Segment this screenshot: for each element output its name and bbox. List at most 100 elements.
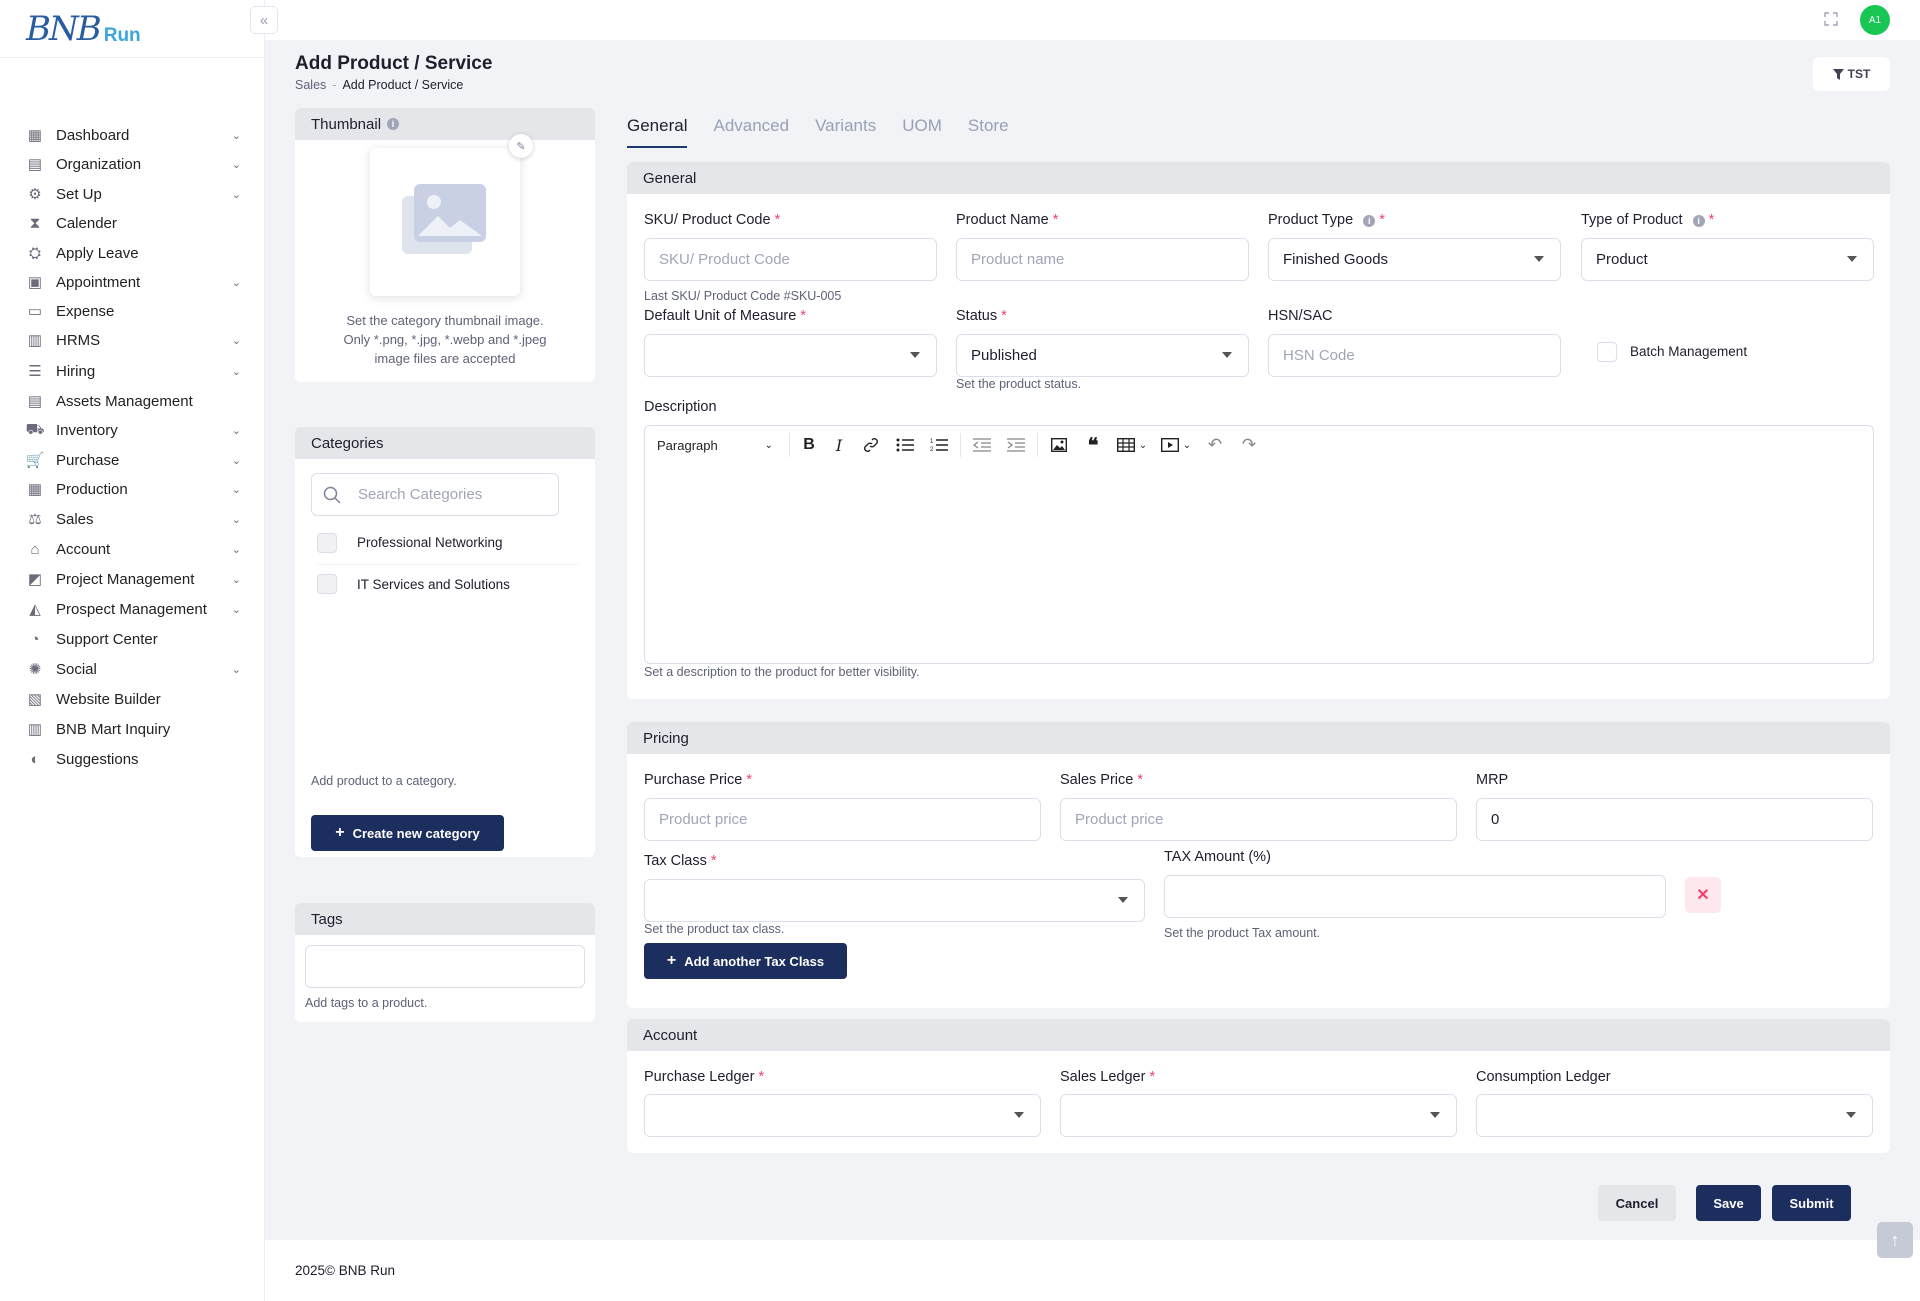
- toggle-icon: ◐: [30, 750, 40, 768]
- indent-icon[interactable]: [999, 433, 1033, 457]
- thumbnail-preview[interactable]: [370, 148, 520, 296]
- pencil-icon: ✎: [516, 140, 526, 153]
- tab-store[interactable]: Store: [968, 116, 1009, 148]
- breadcrumb-item-sales[interactable]: Sales: [295, 78, 326, 92]
- hsn-label: HSN/SAC: [1268, 308, 1333, 324]
- hsn-input[interactable]: HSN Code: [1268, 334, 1561, 377]
- category-search-input[interactable]: Search Categories: [311, 473, 559, 516]
- redo-icon[interactable]: ↷: [1232, 433, 1266, 457]
- sku-hint: Last SKU/ Product Code #SKU-005: [644, 289, 842, 303]
- status-select[interactable]: Published: [956, 334, 1249, 377]
- insert-image-icon[interactable]: [1042, 433, 1076, 457]
- paragraph-format-select[interactable]: Paragraph ⌄: [645, 433, 785, 457]
- info-icon[interactable]: i: [387, 118, 400, 130]
- tags-input[interactable]: [305, 945, 585, 988]
- purchase-ledger-select[interactable]: [644, 1094, 1041, 1137]
- product-type-select[interactable]: Finished Goods: [1268, 238, 1561, 281]
- hourglass-icon: ⧗: [29, 214, 41, 232]
- tax-amount-hint: Set the product Tax amount.: [1164, 926, 1321, 940]
- hrms-icon: ▥: [27, 332, 43, 349]
- caret-down-icon: [1222, 352, 1232, 358]
- mrp-input[interactable]: 0: [1476, 798, 1873, 841]
- support-icon: ◔: [30, 630, 40, 648]
- link-icon[interactable]: [854, 433, 888, 457]
- undo-icon[interactable]: ↶: [1198, 433, 1232, 457]
- sidebar-item-label: Sales: [56, 510, 94, 528]
- thumbnail-card: Thumbnail i ✎ Set the category thumbnail…: [295, 108, 595, 382]
- consumption-ledger-select[interactable]: [1476, 1094, 1873, 1137]
- blockquote-icon[interactable]: ❝: [1076, 433, 1110, 457]
- thumbnail-title: Thumbnail: [311, 115, 382, 133]
- account-header: Account: [627, 1019, 1890, 1051]
- tax-amount-input[interactable]: [1164, 875, 1666, 918]
- info-icon: i: [1363, 215, 1376, 227]
- expense-icon: ▭: [27, 303, 43, 320]
- sidebar-item-label: Calender: [56, 214, 117, 232]
- prospect-icon: ◭: [29, 601, 41, 618]
- insert-table-icon[interactable]: ⌄: [1110, 433, 1154, 457]
- filter-button[interactable]: TST: [1813, 57, 1890, 91]
- tab-general[interactable]: General: [627, 116, 688, 148]
- product-tabs: General Advanced Variants UOM Store: [627, 116, 1009, 148]
- create-category-button[interactable]: + Create new category: [311, 815, 504, 851]
- user-avatar[interactable]: A1: [1860, 5, 1890, 35]
- sidebar-item-label: Dashboard: [56, 126, 130, 144]
- tab-advanced[interactable]: Advanced: [713, 116, 789, 148]
- create-category-label: Create new category: [352, 825, 480, 841]
- footer-bar: [265, 1240, 1920, 1301]
- sidebar-item-label: Organization: [56, 155, 142, 173]
- submit-button[interactable]: Submit: [1772, 1185, 1851, 1221]
- tax-amount-label: TAX Amount (%): [1164, 849, 1271, 865]
- hiring-icon: ☰: [28, 363, 42, 380]
- description-editor[interactable]: [644, 464, 1874, 664]
- purchase-price-input[interactable]: Product price: [644, 798, 1041, 841]
- fullscreen-icon[interactable]: [1824, 12, 1838, 26]
- caret-down-icon: [1430, 1112, 1440, 1118]
- italic-icon[interactable]: I: [824, 433, 854, 457]
- batch-management-checkbox[interactable]: [1597, 342, 1617, 362]
- cancel-button[interactable]: Cancel: [1598, 1185, 1676, 1221]
- sidebar-item-suggestions[interactable]: ◐ Suggestions: [0, 741, 265, 777]
- status-label: Status *: [956, 308, 1007, 324]
- editor-toolbar: Paragraph ⌄ B I 12 ❝ ⌄ ⌄ ↶ ↷: [644, 425, 1874, 465]
- chevron-down-icon: ⌄: [231, 365, 241, 378]
- product-type-label: Product Type i *: [1268, 212, 1385, 228]
- sales-price-input[interactable]: Product price: [1060, 798, 1457, 841]
- save-button[interactable]: Save: [1696, 1185, 1761, 1221]
- calendar-icon: ▣: [27, 274, 43, 291]
- outdent-icon[interactable]: [965, 433, 999, 457]
- product-name-label: Product Name *: [956, 212, 1059, 228]
- description-label: Description: [644, 399, 717, 415]
- status-hint: Set the product status.: [956, 377, 1082, 391]
- remove-tax-button[interactable]: ✕: [1685, 877, 1721, 913]
- numbered-list-icon[interactable]: 12: [922, 433, 956, 457]
- collapse-sidebar-button[interactable]: «: [250, 6, 278, 34]
- chevron-down-icon: ⌄: [231, 483, 241, 496]
- batch-management-label: Batch Management: [1630, 344, 1748, 359]
- type-of-product-select[interactable]: Product: [1581, 238, 1874, 281]
- sales-ledger-select[interactable]: [1060, 1094, 1457, 1137]
- tax-class-select[interactable]: [644, 879, 1145, 922]
- add-tax-class-button[interactable]: + Add another Tax Class: [644, 943, 847, 979]
- logo-mark: BNB: [26, 8, 102, 49]
- brand-logo[interactable]: BNB Run: [0, 0, 264, 58]
- edit-thumbnail-button[interactable]: ✎: [509, 134, 533, 158]
- chevron-down-icon: ⌄: [764, 439, 773, 451]
- website-icon: ▧: [27, 691, 43, 708]
- category-search-placeholder: Search Categories: [358, 486, 483, 503]
- category-checkbox-it-services[interactable]: [317, 574, 337, 594]
- category-checkbox-professional-networking[interactable]: [317, 533, 337, 553]
- consumption-ledger-label: Consumption Ledger: [1476, 1069, 1611, 1085]
- tab-uom[interactable]: UOM: [902, 116, 942, 148]
- tab-variants[interactable]: Variants: [815, 116, 876, 148]
- caret-down-icon: [1847, 256, 1857, 262]
- chevron-down-icon: ⌄: [231, 158, 241, 171]
- uom-select[interactable]: [644, 334, 937, 377]
- product-name-input[interactable]: Product name: [956, 238, 1249, 281]
- bulleted-list-icon[interactable]: [888, 433, 922, 457]
- insert-media-icon[interactable]: ⌄: [1154, 433, 1198, 457]
- tax-class-label: Tax Class *: [644, 853, 717, 869]
- bold-icon[interactable]: B: [794, 433, 824, 457]
- scroll-top-button[interactable]: ↑: [1877, 1222, 1913, 1258]
- sku-input[interactable]: SKU/ Product Code: [644, 238, 937, 281]
